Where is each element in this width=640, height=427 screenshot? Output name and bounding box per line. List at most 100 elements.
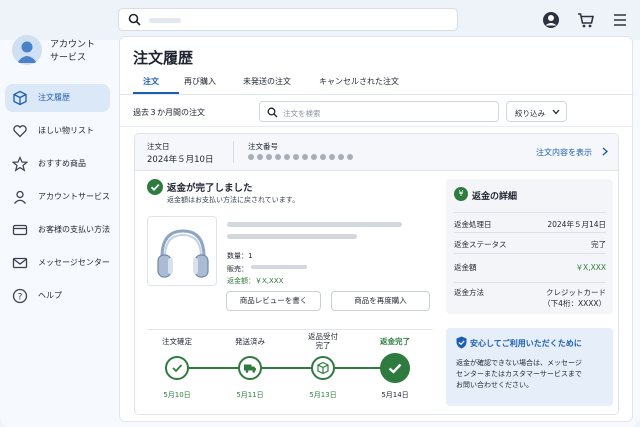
refund-detail-row: 返金処理日 2024年５月14日: [454, 212, 606, 232]
refund-method-label: 返金方法: [454, 288, 484, 297]
refund-status-value: 完了: [591, 240, 606, 249]
sidebar-item-label: 注文履歴: [38, 93, 70, 102]
help-icon: ?: [12, 288, 28, 304]
section-divider: [147, 329, 433, 330]
sidebar-item-help[interactable]: ? ヘルプ: [0, 282, 118, 310]
refund-method-card-digits: （下4桁：XXXX）: [543, 299, 606, 308]
safety-notice-title: 安心してご利用いただくために: [470, 339, 582, 348]
sidebar-item-order-history[interactable]: 注文履歴: [5, 84, 110, 112]
sidebar-item-account-service[interactable]: アカウントサービス: [0, 183, 118, 211]
safety-notice-body: 返金が確認できない場合は、メッセージ センターまたはカスタマーサービスまで お問…: [456, 358, 608, 391]
safety-notice-panel: 安心してご利用いただくために 返金が確認できない場合は、メッセージ センターまた…: [446, 328, 613, 406]
view-order-details-link[interactable]: 注文内容を表示: [536, 147, 608, 158]
narrow-down-button[interactable]: 絞り込み: [506, 101, 567, 122]
account-summary[interactable]: アカウント サービス: [12, 35, 116, 77]
order-search-input[interactable]: 注文を検索: [259, 101, 499, 122]
product-image[interactable]: [147, 216, 217, 286]
sidebar-item-message-center[interactable]: メッセージセンター: [0, 249, 118, 277]
step-date-return-accepted: 5月13日: [309, 391, 337, 399]
product-name-placeholder: [227, 222, 402, 227]
seller-name-placeholder: [251, 265, 307, 269]
account-name: アカウント サービス: [50, 39, 120, 65]
step-refund-complete: [380, 353, 410, 383]
account-icon[interactable]: [541, 10, 561, 30]
active-tab-indicator: [133, 92, 179, 94]
refund-complete-check-icon: [147, 179, 163, 195]
avatar: [12, 35, 42, 65]
chevron-down-icon: [552, 109, 560, 115]
period-filter-label[interactable]: 過去３か月間の注文: [133, 107, 205, 118]
package-icon: [13, 90, 27, 106]
refund-date-value: 2024年５月14日: [547, 220, 606, 229]
safety-notice-line: お問い合わせください。: [456, 381, 533, 389]
sidebar-item-label: アカウントサービス: [38, 192, 110, 201]
step-date-refund-complete: 5月14日: [381, 391, 409, 399]
quantity-text: 数量：1: [227, 252, 253, 260]
menu-icon[interactable]: [610, 10, 630, 30]
step-label-shipped: 発送済み: [235, 337, 265, 346]
main-content: 注文履歴 注文 再び購入 未発送の注文 キャンセルされた注文 過去３か月間の注文…: [119, 36, 634, 422]
header-divider: [233, 141, 234, 163]
truck-icon: [244, 364, 256, 373]
sidebar-item-wishlist[interactable]: ほしい物リスト: [0, 117, 118, 145]
sidebar-item-label: ヘルプ: [38, 291, 62, 300]
order-search-placeholder: 注文を検索: [283, 109, 321, 118]
sidebar-item-recommendations[interactable]: おすすめ商品: [0, 150, 118, 178]
buy-again-button[interactable]: 商品を再度購入: [331, 291, 430, 311]
order-card-header: 注文日 2024年５月10日 注文番号 注文内容を表示: [135, 134, 618, 171]
step-date-order-confirmed: 5月10日: [163, 391, 191, 399]
refund-status-label: 返金ステータス: [454, 240, 507, 249]
step-label-return-accepted: 返品受付 完了: [308, 332, 338, 350]
refund-amount-value: ￥X,XXX: [575, 263, 606, 272]
credit-card-icon: [12, 224, 28, 236]
check-icon: [172, 364, 183, 373]
step-order-confirmed: [165, 356, 189, 380]
refund-detail-row: 返金ステータス 完了: [454, 232, 606, 252]
view-order-details-label: 注文内容を表示: [536, 148, 592, 157]
step-label-refund-complete: 返金完了: [380, 337, 410, 346]
cart-icon[interactable]: [576, 10, 596, 30]
sidebar-item-payment-methods[interactable]: お客様の支払い方法: [0, 216, 118, 244]
order-number-label: 注文番号: [248, 142, 278, 151]
write-review-button[interactable]: 商品レビューを書く: [226, 291, 321, 311]
step-label-order-confirmed: 注文確定: [162, 337, 192, 346]
yen-icon: ¥: [454, 187, 468, 201]
refund-status-title: 返金が完了しました: [167, 183, 253, 194]
narrow-down-label: 絞り込み: [515, 109, 545, 118]
refund-date-label: 返金処理日: [454, 220, 492, 229]
safety-notice-line: 返金が確認できない場合は、メッセージ: [456, 359, 582, 367]
global-search-input[interactable]: [118, 8, 458, 31]
safety-notice-line: センターまたはカスタマーサービスまで: [456, 370, 582, 378]
sidebar: アカウント サービス 注文履歴 ほしい物リスト おすすめ商品 アカウントサービス…: [0, 27, 118, 427]
tab-cancelled[interactable]: キャンセルされた注文: [319, 76, 399, 87]
tab-not-shipped[interactable]: 未発送の注文: [243, 76, 291, 87]
mail-icon: [12, 257, 28, 269]
refund-detail-row: 返金方法 クレジットカード （下4桁：XXXX）: [454, 282, 606, 312]
heart-icon: [13, 125, 27, 138]
order-number-masked: [248, 154, 353, 160]
page-title: 注文履歴: [133, 49, 194, 67]
app-window: アカウント サービス 注文履歴 ほしい物リスト おすすめ商品 アカウントサービス…: [0, 0, 640, 427]
refund-status-subtitle: 返金額はお支払い方法に戻されています。: [167, 196, 300, 204]
search-icon: [267, 107, 278, 118]
refund-details-panel: ¥ 返金の詳細 返金処理日 2024年５月14日 返金ステータス 完了 返金額 …: [446, 179, 613, 314]
search-placeholder-bar: [149, 18, 181, 23]
order-card: 注文日 2024年５月10日 注文番号 注文内容を表示 返金が完了しました 返金…: [134, 133, 619, 415]
sidebar-item-label: おすすめ商品: [38, 159, 86, 168]
sidebar-item-label: お客様の支払い方法: [38, 225, 110, 234]
search-icon: [128, 13, 141, 26]
order-date-label: 注文日: [147, 142, 170, 151]
refund-amount-label: 返金額: [454, 263, 477, 272]
chevron-right-icon: [602, 147, 608, 156]
filter-row: 過去３か月間の注文 注文を検索 絞り込み: [120, 97, 634, 127]
sidebar-item-label: ほしい物リスト: [38, 126, 94, 135]
shield-icon: [456, 336, 467, 349]
check-icon: [388, 363, 402, 374]
account-name-line2: サービス: [50, 53, 87, 63]
refund-method-value: クレジットカード: [546, 288, 606, 297]
progress-line: [175, 367, 397, 369]
tab-orders[interactable]: 注文: [143, 76, 159, 87]
tab-buy-again[interactable]: 再び購入: [184, 76, 216, 87]
box-icon: [317, 361, 329, 375]
order-date-value: 2024年５月10日: [147, 155, 214, 165]
